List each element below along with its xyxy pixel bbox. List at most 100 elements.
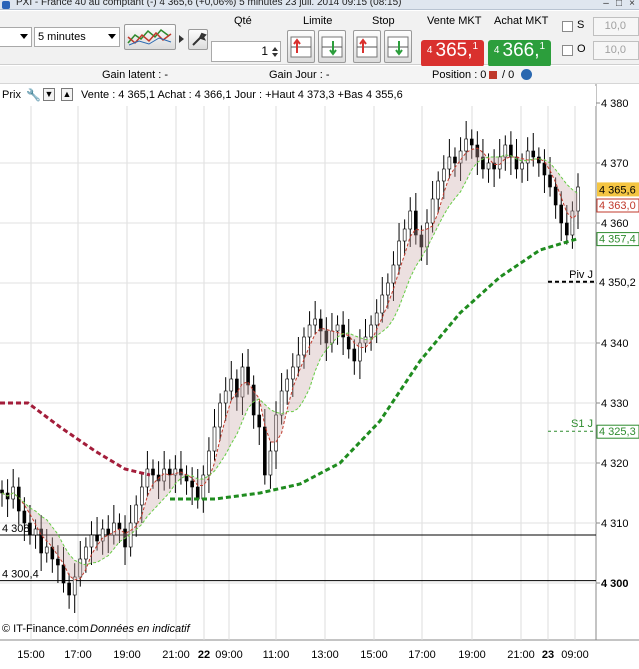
candle-body — [548, 174, 552, 188]
wrench-icon — [192, 32, 207, 46]
candle-body — [441, 168, 446, 182]
position-text: Position : 0 — [432, 69, 487, 81]
arrow-up-small-icon[interactable]: ▲ — [61, 88, 73, 101]
price-tick-label: 4 360 — [601, 218, 629, 230]
time-tick-label: 21:00 — [162, 649, 190, 661]
candle-body — [290, 366, 295, 380]
candle-body — [167, 468, 172, 476]
qty-input[interactable]: 1 — [211, 41, 281, 62]
candle-body — [207, 450, 211, 476]
candle-body — [22, 510, 27, 524]
candle-body — [469, 138, 474, 146]
pivot-line-label: Piv J — [569, 269, 593, 281]
window-title: PXI - France 40 au comptant (-) 4 365,6 … — [16, 0, 402, 8]
candle-body — [140, 486, 144, 506]
buy-market-button[interactable]: 4 366,1 — [488, 40, 551, 67]
chart-header: Prix 🔧 ▼ ▲ Vente : 4 365,1 Achat : 4 366… — [0, 86, 596, 106]
candle-body — [229, 378, 234, 392]
stop-sell-button[interactable] — [384, 30, 412, 63]
interval-select[interactable]: 5 minutes — [34, 27, 120, 47]
arrow-down-small-icon[interactable]: ▼ — [43, 88, 55, 101]
candle-body — [95, 534, 99, 542]
price-tick-label: 4 370 — [601, 158, 629, 170]
candle-body — [223, 390, 228, 404]
limit-sell-icon — [321, 36, 343, 58]
trading-window: PXI - France 40 au comptant (-) 4 365,6 … — [0, 0, 639, 669]
spin-up-icon[interactable] — [272, 47, 278, 51]
time-tick-label: 21:00 — [507, 649, 535, 661]
o-value-field[interactable]: 10,0 — [593, 41, 639, 60]
position-total: / 0 — [502, 69, 515, 81]
chart-type-select[interactable] — [0, 27, 32, 47]
stop-label: Stop — [372, 15, 395, 27]
limit-buy-icon — [290, 36, 312, 58]
quote-text: Vente : 4 365,1 Achat : 4 366,1 Jour : +… — [81, 89, 403, 101]
time-tick-label: 23 — [542, 649, 554, 661]
gain-jour: Gain Jour : - — [269, 69, 330, 81]
candle-body — [0, 489, 4, 494]
sell-market-button[interactable]: 4 365,1 — [421, 40, 484, 67]
price-tick-label: 4 340 — [601, 338, 629, 350]
time-tick-label: 17:00 — [64, 649, 92, 661]
data-notice: Données en indicatif — [90, 623, 191, 635]
candle-body — [279, 390, 284, 416]
candle-body — [67, 582, 71, 596]
s-value: 10,0 — [604, 20, 626, 32]
maximize-icon[interactable]: □ — [613, 0, 625, 9]
time-tick-label: 13:00 — [311, 649, 339, 661]
candle-body — [341, 324, 345, 338]
qty-label: Qté — [234, 15, 252, 27]
price-tag-label: 4 325,3 — [599, 426, 636, 438]
chevron-right-icon[interactable] — [179, 35, 184, 43]
limit-sell-button[interactable] — [318, 30, 346, 63]
tools-button[interactable] — [188, 29, 208, 50]
candle-body — [346, 336, 351, 350]
sell-suffix: 1 — [472, 41, 479, 52]
stop-buy-button[interactable] — [353, 30, 381, 63]
time-tick-label: 19:00 — [113, 649, 141, 661]
minimize-icon[interactable]: – — [600, 0, 612, 9]
buy-prefix: 4 — [493, 45, 500, 56]
candle-body — [117, 522, 122, 530]
price-tick-label: 4 310 — [601, 518, 629, 530]
candle-body — [391, 264, 396, 284]
gear-icon[interactable] — [521, 69, 532, 80]
wrench-small-icon[interactable]: 🔧 — [26, 88, 41, 102]
time-tick-label: 15:00 — [360, 649, 388, 661]
o-checkbox[interactable] — [562, 45, 573, 56]
candle-body — [296, 354, 301, 368]
time-tick-label: 19:00 — [458, 649, 486, 661]
price-tag-label: 4 350,2 — [599, 277, 636, 289]
buy-label: Achat MKT — [494, 15, 549, 27]
price-tag-label: 4 363,0 — [599, 200, 636, 212]
candle-body — [263, 426, 267, 476]
candle-body — [559, 204, 564, 224]
candle-body — [369, 324, 373, 338]
candle-body — [397, 240, 401, 266]
indicators-icon — [127, 28, 172, 46]
price-tag-label: 4 357,4 — [599, 234, 636, 246]
price-tick-label: 4 320 — [601, 458, 629, 470]
close-icon[interactable]: × — [626, 0, 638, 9]
toolbar: 5 minutes Qté 1 Limite Stop Vente MKT 4 … — [0, 11, 639, 67]
indicators-button[interactable] — [124, 24, 176, 50]
time-tick-label: 17:00 — [408, 649, 436, 661]
price-chart[interactable]: 4 3004 3104 3204 3304 3404 3504 3604 370… — [0, 84, 639, 669]
s-value-field[interactable]: 10,0 — [593, 17, 639, 36]
s-checkbox[interactable] — [562, 21, 573, 32]
spin-down-icon[interactable] — [272, 53, 278, 57]
candle-body — [190, 480, 194, 488]
candle-body — [302, 336, 306, 356]
time-tick-label: 09:00 — [561, 649, 589, 661]
candle-body — [565, 222, 569, 236]
candle-body — [430, 198, 435, 224]
candle-body — [486, 162, 491, 170]
limit-buy-button[interactable] — [287, 30, 315, 63]
candle-body — [402, 228, 407, 242]
candle-body — [352, 348, 357, 362]
gain-bar: Gain latent : - Gain Jour : - Position :… — [0, 66, 639, 84]
candle-body — [145, 468, 150, 488]
candle-body — [28, 522, 32, 536]
candle-body — [553, 186, 558, 206]
stop-buy-icon — [356, 36, 378, 58]
